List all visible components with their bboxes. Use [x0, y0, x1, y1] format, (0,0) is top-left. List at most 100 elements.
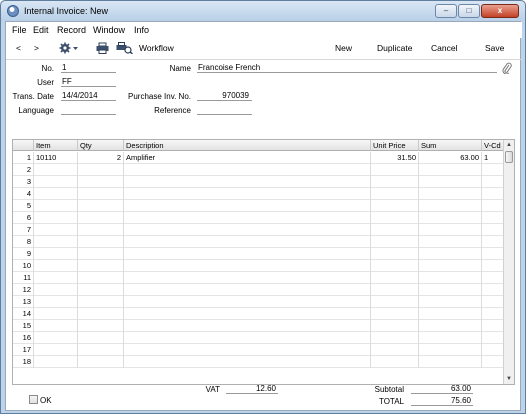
cell-sum[interactable]: [419, 176, 482, 188]
cell-qty[interactable]: [78, 272, 124, 284]
cell-item[interactable]: [34, 296, 78, 308]
cell-vcd[interactable]: [482, 296, 504, 308]
cell-sum[interactable]: [419, 272, 482, 284]
cell-qty[interactable]: [78, 296, 124, 308]
cell-description[interactable]: [124, 188, 371, 200]
cell-description[interactable]: [124, 308, 371, 320]
cell-description[interactable]: [124, 332, 371, 344]
column-header-item[interactable]: Item: [34, 140, 78, 151]
cell-sum[interactable]: [419, 308, 482, 320]
user-field[interactable]: FF: [61, 77, 116, 87]
workflow-button[interactable]: Workflow: [139, 43, 174, 53]
table-row[interactable]: 16: [13, 332, 504, 344]
menu-info[interactable]: Info: [134, 25, 149, 35]
cell-description[interactable]: [124, 200, 371, 212]
cell-unit-price[interactable]: [371, 212, 419, 224]
scroll-thumb[interactable]: [505, 151, 513, 163]
cell-item[interactable]: [34, 284, 78, 296]
cell-qty[interactable]: [78, 176, 124, 188]
cell-description[interactable]: [124, 176, 371, 188]
subtotal-field[interactable]: 63.00: [411, 384, 473, 394]
cell-item[interactable]: [34, 176, 78, 188]
cell-sum[interactable]: [419, 284, 482, 296]
cell-unit-price[interactable]: [371, 164, 419, 176]
cell-sum[interactable]: [419, 332, 482, 344]
total-field[interactable]: 75.60: [411, 396, 473, 406]
cell-item[interactable]: 10110: [34, 152, 78, 164]
table-row[interactable]: 15: [13, 320, 504, 332]
cell-qty[interactable]: [78, 308, 124, 320]
cell-qty[interactable]: [78, 188, 124, 200]
cell-unit-price[interactable]: [371, 272, 419, 284]
cell-description[interactable]: [124, 260, 371, 272]
table-row[interactable]: 4: [13, 188, 504, 200]
back-button[interactable]: <: [16, 43, 21, 53]
cell-sum[interactable]: 63.00: [419, 152, 482, 164]
cell-description[interactable]: [124, 296, 371, 308]
name-field[interactable]: Francoise French: [197, 63, 497, 73]
cell-vcd[interactable]: [482, 284, 504, 296]
cell-item[interactable]: [34, 236, 78, 248]
cell-item[interactable]: [34, 332, 78, 344]
scroll-down-icon[interactable]: ▼: [504, 374, 514, 384]
cell-description[interactable]: [124, 320, 371, 332]
menu-record[interactable]: Record: [57, 25, 86, 35]
cell-item[interactable]: [34, 356, 78, 368]
purchase-inv-no-field[interactable]: 970039: [197, 91, 252, 101]
cell-unit-price[interactable]: 31.50: [371, 152, 419, 164]
table-row[interactable]: 7: [13, 224, 504, 236]
cell-unit-price[interactable]: [371, 308, 419, 320]
cell-qty[interactable]: [78, 236, 124, 248]
cell-item[interactable]: [34, 212, 78, 224]
save-button[interactable]: Save: [485, 43, 504, 53]
cell-item[interactable]: [34, 188, 78, 200]
cell-description[interactable]: Amplifier: [124, 152, 371, 164]
cell-item[interactable]: [34, 224, 78, 236]
table-row[interactable]: 3: [13, 176, 504, 188]
vat-field[interactable]: 12.60: [226, 384, 278, 394]
cell-qty[interactable]: [78, 260, 124, 272]
gear-icon[interactable]: [59, 42, 79, 56]
cell-description[interactable]: [124, 248, 371, 260]
cell-sum[interactable]: [419, 320, 482, 332]
cell-vcd[interactable]: [482, 344, 504, 356]
reference-field[interactable]: [197, 105, 252, 115]
cell-qty[interactable]: [78, 356, 124, 368]
column-header-unit-price[interactable]: Unit Price: [371, 140, 419, 151]
cell-vcd[interactable]: [482, 176, 504, 188]
language-field[interactable]: [61, 105, 116, 115]
cell-unit-price[interactable]: [371, 356, 419, 368]
cell-sum[interactable]: [419, 296, 482, 308]
duplicate-button[interactable]: Duplicate: [377, 43, 412, 53]
menu-edit[interactable]: Edit: [33, 25, 49, 35]
cell-qty[interactable]: [78, 164, 124, 176]
cell-qty[interactable]: [78, 212, 124, 224]
cell-unit-price[interactable]: [371, 344, 419, 356]
cell-qty[interactable]: [78, 344, 124, 356]
cell-description[interactable]: [124, 224, 371, 236]
cell-unit-price[interactable]: [371, 332, 419, 344]
table-row[interactable]: 5: [13, 200, 504, 212]
cell-description[interactable]: [124, 236, 371, 248]
cell-sum[interactable]: [419, 344, 482, 356]
cell-description[interactable]: [124, 164, 371, 176]
cell-unit-price[interactable]: [371, 236, 419, 248]
table-row[interactable]: 2: [13, 164, 504, 176]
maximize-button[interactable]: □: [458, 4, 480, 18]
cell-description[interactable]: [124, 356, 371, 368]
cell-item[interactable]: [34, 260, 78, 272]
column-header-vcd[interactable]: V-Cd: [482, 140, 504, 151]
table-row[interactable]: 9: [13, 248, 504, 260]
close-button[interactable]: x: [481, 4, 519, 18]
cell-vcd[interactable]: [482, 248, 504, 260]
cell-vcd[interactable]: [482, 272, 504, 284]
cell-sum[interactable]: [419, 356, 482, 368]
table-row[interactable]: 1 10110 2 Amplifier 31.50 63.00 1: [13, 152, 504, 164]
cell-vcd[interactable]: [482, 200, 504, 212]
cell-qty[interactable]: [78, 200, 124, 212]
cell-unit-price[interactable]: [371, 284, 419, 296]
table-row[interactable]: 17: [13, 344, 504, 356]
menu-file[interactable]: File: [12, 25, 27, 35]
cell-vcd[interactable]: [482, 188, 504, 200]
cell-description[interactable]: [124, 344, 371, 356]
